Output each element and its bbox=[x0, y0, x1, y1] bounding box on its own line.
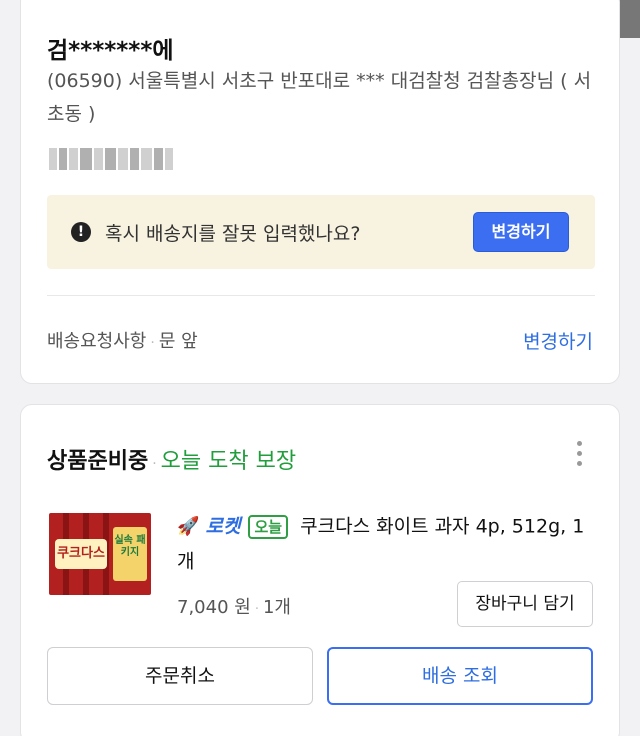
cancel-order-button[interactable]: 주문취소 bbox=[47, 647, 313, 705]
change-delivery-request-link[interactable]: 변경하기 bbox=[523, 327, 593, 354]
delivery-request: 배송요청사항 · 문 앞 bbox=[47, 327, 198, 353]
address-warning-banner: ! 혹시 배송지를 잘못 입력했나요? 변경하기 bbox=[47, 195, 595, 269]
track-delivery-button[interactable]: 배송 조회 bbox=[327, 647, 593, 705]
address-warning-text: 혹시 배송지를 잘못 입력했나요? bbox=[105, 223, 361, 245]
recipient-name: 검*******에 bbox=[47, 38, 174, 64]
add-to-cart-button[interactable]: 장바구니 담기 bbox=[457, 581, 593, 627]
more-vertical-icon[interactable] bbox=[575, 441, 583, 469]
delivery-address: (06590) 서울특별시 서초구 반포대로 *** 대검찰청 검찰총장님 ( … bbox=[47, 70, 592, 125]
separator-dot: · bbox=[152, 456, 157, 472]
change-address-button[interactable]: 변경하기 bbox=[473, 212, 569, 252]
exclamation-circle-icon: ! bbox=[71, 222, 91, 242]
delivery-guarantee-label: 오늘 도착 보장 bbox=[160, 449, 297, 474]
phone-number-masked bbox=[49, 145, 173, 173]
separator-dot: · bbox=[254, 602, 259, 617]
product-price-quantity: 7,040 원 · 1개 bbox=[177, 593, 291, 619]
delivery-request-label: 배송요청사항 bbox=[47, 331, 147, 352]
product-price: 7,040 원 bbox=[177, 597, 251, 618]
product-quantity: 1개 bbox=[262, 597, 291, 618]
order-status-label: 상품준비중 bbox=[47, 449, 149, 474]
thumbnail-package-text: 실속 패키지 bbox=[113, 527, 147, 581]
divider bbox=[47, 295, 595, 296]
delivery-request-value: 문 앞 bbox=[158, 331, 198, 352]
order-status: 상품준비중 · 오늘 도착 보장 bbox=[47, 443, 296, 475]
delivery-address-card: 검*******에 (06590) 서울특별시 서초구 반포대로 *** 대검찰… bbox=[20, 0, 620, 384]
thumbnail-brand-text: 쿠크다스 bbox=[55, 539, 107, 569]
rocket-label: 로켓 bbox=[205, 515, 241, 538]
order-card: 상품준비중 · 오늘 도착 보장 쿠크다스 실속 패키지 🚀 로켓 오늘 쿠크다스 … bbox=[20, 404, 620, 736]
rocket-icon: 🚀 bbox=[177, 515, 200, 537]
today-delivery-badge: 오늘 bbox=[248, 514, 289, 539]
product-title[interactable]: 🚀 로켓 오늘 쿠크다스 화이트 과자 4p, 512g, 1개 bbox=[177, 509, 597, 578]
separator-dot: · bbox=[150, 335, 155, 351]
product-thumbnail[interactable]: 쿠크다스 실속 패키지 bbox=[49, 513, 151, 595]
